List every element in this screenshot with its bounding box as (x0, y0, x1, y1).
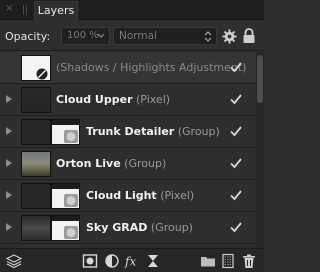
tab-layers[interactable]: Layers (34, 1, 78, 20)
checkmark-icon[interactable] (229, 220, 243, 234)
updown-icon (204, 31, 212, 42)
layer-name-main: Cloud Upper (56, 93, 133, 106)
layer-thumbnail (21, 215, 51, 241)
panel-titlebar: × Layers (0, 0, 264, 20)
expand-arrow-icon[interactable] (6, 191, 12, 199)
layer-row[interactable]: Sky GRAD (Group) (0, 212, 256, 244)
layer-name: Sky GRAD (Group) (86, 221, 193, 234)
layer-name-main: Cloud Light (86, 189, 157, 202)
mask-thumbnail (51, 119, 80, 145)
layer-name: Trunk Detailer (Group) (86, 125, 220, 138)
layer-thumbnail (21, 183, 51, 209)
checkmark-icon[interactable] (229, 188, 243, 202)
opacity-label: Opacity: (5, 30, 51, 43)
checkmark-icon[interactable] (229, 60, 243, 74)
layer-list[interactable]: (Shadows / Highlights Adjustment) Cloud … (0, 52, 264, 248)
blend-mode-value: Normal (119, 30, 157, 42)
layer-name: Cloud Light (Pixel) (86, 189, 194, 202)
live-filter-icon[interactable] (145, 253, 161, 269)
drag-grip-icon[interactable] (23, 5, 28, 15)
opacity-field[interactable]: 100 % (61, 27, 110, 45)
layer-name-main: Orton Live (56, 157, 121, 170)
layer-row[interactable]: Cloud Upper (Pixel) (0, 84, 256, 116)
live-filter-badge-icon (52, 216, 79, 239)
opacity-value: 100 % (67, 30, 99, 41)
chevron-down-icon[interactable] (96, 30, 106, 42)
layer-row[interactable]: Trunk Detailer (Group) (0, 116, 256, 148)
live-filter-badge-icon (52, 120, 79, 143)
expand-arrow-icon[interactable] (6, 127, 12, 135)
close-icon[interactable]: × (5, 3, 13, 15)
mask-icon[interactable] (82, 253, 98, 269)
layer-name: (Shadows / Highlights Adjustment) (56, 61, 247, 74)
layer-kind: (Group) (177, 125, 220, 138)
layer-row[interactable]: Orton Live (Group) (0, 148, 256, 180)
fx-icon[interactable]: fx (124, 253, 140, 269)
expand-arrow-icon[interactable] (6, 95, 12, 103)
blend-mode-select[interactable]: Normal (113, 27, 217, 45)
layer-thumbnail (21, 119, 51, 145)
scrollbar[interactable] (256, 52, 264, 248)
gear-icon[interactable] (222, 29, 237, 44)
layers-toolbar: fx (0, 248, 264, 272)
adjustment-thumbnail (21, 55, 51, 81)
expand-arrow-icon[interactable] (6, 159, 12, 167)
layer-thumbnail (21, 151, 51, 177)
scrollbar-thumb[interactable] (257, 55, 263, 103)
layer-name-main: Trunk Detailer (86, 125, 175, 138)
live-filter-badge-icon (52, 184, 79, 207)
folder-icon[interactable] (200, 253, 216, 269)
layer-row[interactable]: (Shadows / Highlights Adjustment) (0, 52, 256, 84)
lock-icon[interactable] (242, 28, 256, 44)
layer-kind: (Group) (124, 157, 167, 170)
mask-thumbnail (51, 183, 80, 209)
layer-name: Orton Live (Group) (56, 157, 166, 170)
layer-name: Cloud Upper (Pixel) (56, 93, 170, 106)
layer-name-main: Sky GRAD (86, 221, 148, 234)
checkmark-icon[interactable] (229, 124, 243, 138)
layer-kind: (Pixel) (136, 93, 171, 106)
expand-arrow-icon[interactable] (6, 223, 12, 231)
layer-options-bar: Opacity: 100 % Normal (0, 21, 264, 51)
layer-kind: (Group) (150, 221, 193, 234)
checkmark-icon[interactable] (229, 92, 243, 106)
trash-icon[interactable] (241, 253, 257, 269)
adjustments-icon[interactable] (104, 253, 120, 269)
mask-thumbnail (51, 215, 80, 241)
layer-row[interactable]: Cloud Light (Pixel) (0, 180, 256, 212)
shadows-highlights-icon (36, 68, 48, 80)
stack-layers-icon[interactable] (6, 253, 22, 269)
layer-thumbnail (21, 87, 51, 113)
new-layer-icon[interactable] (220, 253, 236, 269)
layer-kind: (Pixel) (160, 189, 195, 202)
checkmark-icon[interactable] (229, 156, 243, 170)
svg-text:fx: fx (124, 255, 136, 269)
